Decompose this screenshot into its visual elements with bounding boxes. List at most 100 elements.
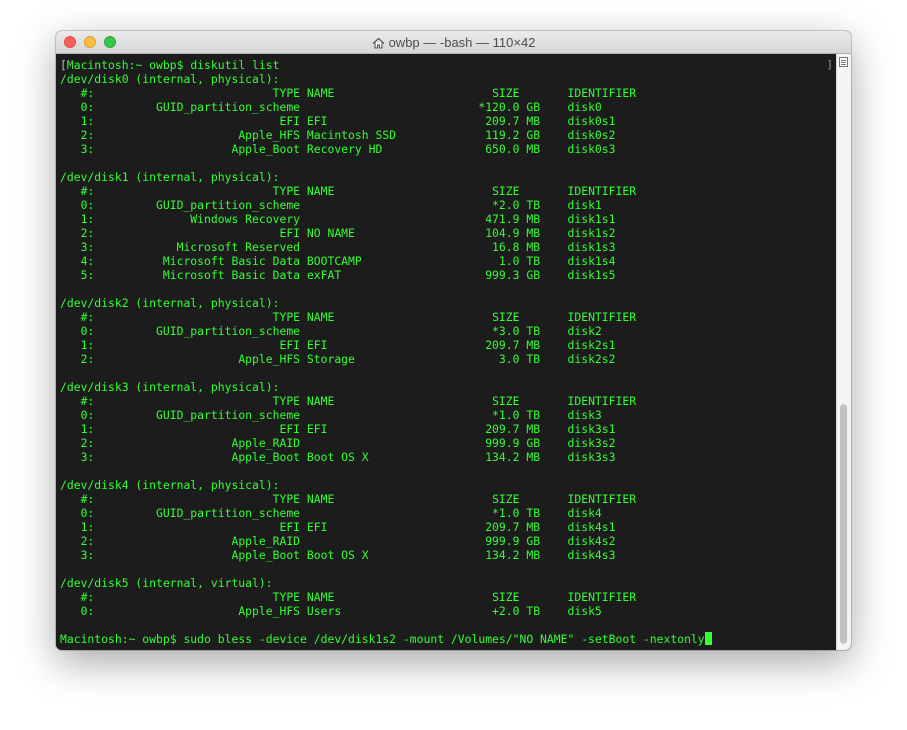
partition-identifier: disk3s2 [567,436,637,450]
partition-num: 0: [60,198,109,212]
partition-type: GUID_partition_scheme [108,506,307,520]
partition-identifier: disk3s3 [567,450,637,464]
column-header-row: #: TYPE NAME SIZE IDENTIFIER [60,590,836,604]
partition-name: Macintosh SSD [306,128,465,142]
partition-type: EFI [108,114,307,128]
partition-identifier: disk1s2 [567,226,637,240]
partition-num: 2: [60,436,109,450]
partition-identifier: disk1s1 [567,212,637,226]
column-num: #: [60,590,109,604]
partition-identifier: disk0 [567,100,637,114]
partition-name: Boot OS X [306,450,465,464]
scrollbar-thumb[interactable] [840,404,847,644]
column-num: #: [60,310,109,324]
partition-size: *1.0 TB [464,506,568,520]
column-identifier: IDENTIFIER [567,86,637,100]
partition-name: EFI [306,422,465,436]
partition-size: 3.0 TB [464,352,568,366]
partition-row: 2: Apple_HFS Storage 3.0 TB disk2s2 [60,352,836,366]
partition-num: 2: [60,128,109,142]
partition-type: Microsoft Reserved [108,240,307,254]
partition-name: exFAT [306,268,465,282]
partition-type: EFI [108,226,307,240]
partition-size: *3.0 TB [464,324,568,338]
partition-type: Apple_HFS [108,352,307,366]
partition-name: Boot OS X [306,548,465,562]
partition-size: 119.2 GB [464,128,568,142]
title-bar[interactable]: owbp — -bash — 110×42 [56,31,851,54]
partition-num: 1: [60,338,109,352]
active-command-line[interactable]: Macintosh:~ owbp$ sudo bless -device /de… [60,632,836,646]
partition-num: 0: [60,604,109,618]
partition-row: 0: Apple_HFS Users +2.0 TB disk5 [60,604,836,618]
partition-row: 2: EFI NO NAME 104.9 MB disk1s2 [60,226,836,240]
partition-size: 134.2 MB [464,548,568,562]
partition-type: Microsoft Basic Data [108,254,307,268]
column-num: #: [60,492,109,506]
partition-num: 3: [60,142,109,156]
partition-size: *120.0 GB [464,100,568,114]
column-size: SIZE [492,310,568,324]
partition-size: 209.7 MB [464,520,568,534]
partition-name: BOOTCAMP [306,254,465,268]
column-size: SIZE [492,86,568,100]
column-name: NAME [306,86,493,100]
partition-name: Users [306,604,465,618]
partition-row: 1: EFI EFI 209.7 MB disk0s1 [60,114,836,128]
partition-name: EFI [306,114,465,128]
partition-identifier: disk0s2 [567,128,637,142]
partition-size: 999.9 GB [464,436,568,450]
partition-type: Windows Recovery [108,212,307,226]
column-header-row: #: TYPE NAME SIZE IDENTIFIER [60,394,836,408]
partition-type: EFI [108,520,307,534]
partition-type: Apple_HFS [108,128,307,142]
column-header-row: #: TYPE NAME SIZE IDENTIFIER [60,492,836,506]
partition-num: 4: [60,254,109,268]
partition-size: 471.9 MB [464,212,568,226]
partition-num: 0: [60,324,109,338]
partition-identifier: disk2s2 [567,352,637,366]
column-identifier: IDENTIFIER [567,394,637,408]
column-name: NAME [306,394,493,408]
column-identifier: IDENTIFIER [567,492,637,506]
partition-row: 0: GUID_partition_scheme *120.0 GB disk0 [60,100,836,114]
split-pane-icon[interactable] [839,57,848,67]
partition-row: 0: GUID_partition_scheme *1.0 TB disk3 [60,408,836,422]
disk-header: /dev/disk0 (internal, physical): [60,72,280,86]
disk-header: /dev/disk3 (internal, physical): [60,380,280,394]
partition-num: 5: [60,268,109,282]
partition-identifier: disk1 [567,198,637,212]
column-size: SIZE [492,184,568,198]
text-cursor [704,632,712,645]
partition-row: 0: GUID_partition_scheme *2.0 TB disk1 [60,198,836,212]
column-identifier: IDENTIFIER [567,590,637,604]
partition-size: +2.0 TB [464,604,568,618]
column-name: NAME [306,184,493,198]
partition-identifier: disk4s3 [567,548,637,562]
partition-size: 650.0 MB [464,142,568,156]
prompt: Macintosh:~ owbp$ [60,632,184,646]
partition-row: 2: Apple_RAID 999.9 GB disk4s2 [60,534,836,548]
column-name: NAME [306,590,493,604]
command-input-text: sudo bless -device /dev/disk1s2 -mount /… [183,632,705,646]
column-type: TYPE [108,86,307,100]
terminal-output[interactable]: [Macintosh:~ owbp$ diskutil list /dev/di… [56,54,836,650]
column-header-row: #: TYPE NAME SIZE IDENTIFIER [60,86,836,100]
column-identifier: IDENTIFIER [567,184,637,198]
partition-name [307,506,465,520]
partition-name: Recovery HD [306,142,465,156]
partition-type: GUID_partition_scheme [108,198,307,212]
column-header-row: #: TYPE NAME SIZE IDENTIFIER [60,310,836,324]
partition-size: 999.9 GB [464,534,568,548]
column-type: TYPE [108,492,307,506]
partition-name [307,436,465,450]
partition-num: 3: [60,450,109,464]
vertical-scrollbar[interactable] [836,54,851,650]
disk-header: /dev/disk4 (internal, physical): [60,478,280,492]
partition-identifier: disk2s1 [567,338,637,352]
command-text: diskutil list [190,58,280,72]
column-type: TYPE [108,394,307,408]
partition-num: 1: [60,422,109,436]
